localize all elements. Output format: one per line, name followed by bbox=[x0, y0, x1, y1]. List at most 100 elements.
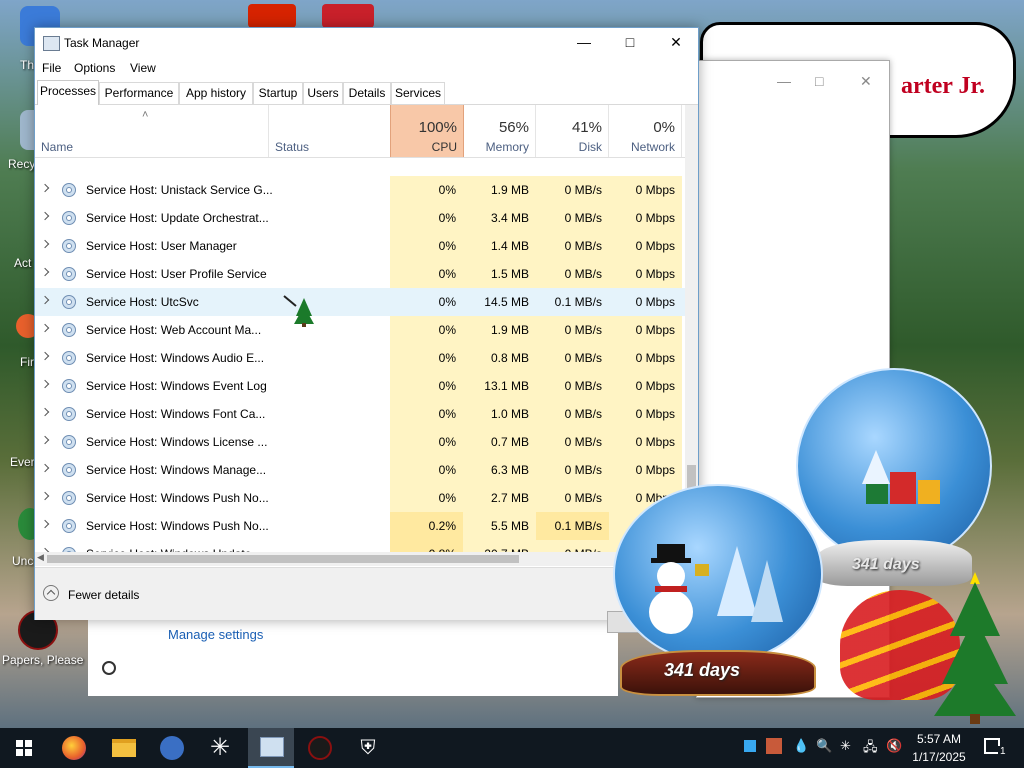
tray-square-icon[interactable] bbox=[744, 740, 756, 752]
tab-performance[interactable]: Performance bbox=[99, 82, 179, 104]
column-disk[interactable]: 41% Disk bbox=[536, 105, 609, 157]
process-disk: 0 MB/s bbox=[564, 183, 602, 197]
process-row[interactable]: Service Host: Windows Push No... 0% 2.7 MB… bbox=[35, 484, 685, 512]
expand-chevron-icon[interactable] bbox=[40, 267, 50, 277]
process-disk: 0 MB/s bbox=[564, 379, 602, 393]
close-button[interactable]: ✕ bbox=[653, 28, 699, 58]
disk-label: Disk bbox=[578, 140, 602, 154]
service-gear-icon bbox=[62, 463, 76, 477]
network-total: 0% bbox=[653, 119, 675, 136]
process-row[interactable]: Service Host: Windows Event Log 0% 13.1 MB… bbox=[35, 372, 685, 400]
column-cpu[interactable]: 100% CPU bbox=[390, 105, 464, 157]
expand-chevron-icon[interactable] bbox=[40, 379, 50, 389]
sort-arrow-icon: ˄ bbox=[142, 109, 149, 121]
expand-chevron-icon[interactable] bbox=[40, 463, 50, 473]
column-name[interactable]: ˄ Name bbox=[35, 105, 269, 157]
settings-gear-icon[interactable] bbox=[102, 661, 116, 675]
column-header: ˄ Name Status 100% CPU 56% Memory 41% Di… bbox=[35, 105, 698, 158]
process-name: Service Host: Web Account Ma... bbox=[86, 323, 262, 337]
clock-date[interactable]: 1/17/2025 bbox=[911, 750, 967, 764]
expand-chevron-icon[interactable] bbox=[40, 239, 50, 249]
expand-chevron-icon[interactable] bbox=[40, 519, 50, 529]
process-row[interactable]: Service Host: Windows License ... 0% 0.7 M… bbox=[35, 428, 685, 456]
menu-options[interactable]: Options bbox=[74, 61, 115, 75]
task-manager-taskbar-button[interactable] bbox=[248, 728, 294, 768]
title-bar[interactable]: Task Manager — □ ✕ bbox=[35, 28, 698, 58]
fewer-details-button[interactable]: Fewer details bbox=[68, 588, 139, 602]
process-row[interactable]: Service Host: Windows Font Ca... 0% 1.0 MB… bbox=[35, 400, 685, 428]
tab-services[interactable]: Services bbox=[391, 82, 445, 104]
column-network[interactable]: 0% Network bbox=[609, 105, 682, 157]
process-row[interactable]: Service Host: Windows Manage... 0% 6.3 MB 0… bbox=[35, 456, 685, 484]
network-icon[interactable]: 🖧 bbox=[863, 738, 878, 760]
network-people-icon[interactable] bbox=[160, 736, 184, 760]
chevron-up-icon[interactable] bbox=[43, 585, 59, 601]
process-network: 0 Mbps bbox=[635, 239, 675, 253]
expand-chevron-icon[interactable] bbox=[40, 183, 50, 193]
tab-details[interactable]: Details bbox=[343, 82, 391, 104]
menu-view[interactable]: View bbox=[130, 61, 156, 75]
tab-processes[interactable]: Processes bbox=[37, 80, 99, 105]
expand-chevron-icon[interactable] bbox=[40, 435, 50, 445]
maximize-button[interactable]: □ bbox=[607, 28, 653, 58]
horizontal-scrollbar[interactable]: ◀ bbox=[35, 552, 685, 566]
task-manager-icon bbox=[43, 36, 60, 51]
process-row[interactable]: Service Host: Unistack Service G... 0% 1.9… bbox=[35, 176, 685, 204]
expand-chevron-icon[interactable] bbox=[40, 407, 50, 417]
process-name: Service Host: Windows Event Log bbox=[86, 379, 267, 393]
process-cpu: 0% bbox=[438, 295, 456, 309]
process-row[interactable]: Service Host: Update Orchestrat... 0% 3.4 … bbox=[35, 204, 685, 232]
santa-icon[interactable] bbox=[322, 4, 374, 28]
tray-snowflake-icon[interactable]: ✳ bbox=[840, 738, 851, 754]
tray-app-icon[interactable] bbox=[766, 738, 782, 754]
manage-settings-link[interactable]: Manage settings bbox=[168, 627, 263, 642]
process-network: 0 Mbps bbox=[635, 463, 675, 477]
snowflake-app-icon[interactable]: ✳ bbox=[208, 736, 232, 760]
process-network: 0 Mbps bbox=[635, 323, 675, 337]
file-explorer-icon[interactable] bbox=[112, 739, 136, 757]
papers-please-taskbar-icon[interactable] bbox=[308, 736, 332, 760]
column-memory[interactable]: 56% Memory bbox=[463, 105, 536, 157]
horizontal-scroll-thumb[interactable] bbox=[47, 555, 519, 563]
process-network: 0 Mbps bbox=[635, 351, 675, 365]
menu-file[interactable]: File bbox=[42, 61, 61, 75]
process-disk: 0 MB/s bbox=[536, 540, 602, 552]
expand-chevron-icon[interactable] bbox=[40, 211, 50, 221]
column-status[interactable]: Status bbox=[269, 105, 391, 157]
process-row[interactable]: Service Host: User Manager 0% 1.4 MB 0 MB/s… bbox=[35, 232, 685, 260]
volume-icon[interactable]: 🔇 bbox=[886, 738, 902, 754]
scroll-left-icon[interactable]: ◀ bbox=[37, 552, 44, 563]
process-row[interactable]: Service Host: Web Account Ma... 0% 1.9 MB 0… bbox=[35, 316, 685, 344]
process-row[interactable]: Service Host: Windows Audio E... 0% 0.8 MB… bbox=[35, 344, 685, 372]
firefox-icon[interactable] bbox=[62, 736, 86, 760]
process-row[interactable]: Service Host: Windows Update 0.8% 20.7 MB 0… bbox=[35, 540, 685, 552]
minimize-icon[interactable]: — bbox=[777, 73, 791, 89]
service-gear-icon bbox=[62, 351, 76, 365]
security-shield-icon[interactable]: ⛨ bbox=[356, 736, 380, 760]
tray-search-icon[interactable]: 🔍 bbox=[816, 738, 832, 754]
minimize-button[interactable]: — bbox=[561, 28, 607, 58]
mcdonalds-icon[interactable] bbox=[248, 4, 296, 28]
process-row[interactable]: Service Host: User Profile Service 0% 1.5 … bbox=[35, 260, 685, 288]
process-network: 0 Mbps bbox=[635, 295, 675, 309]
expand-chevron-icon[interactable] bbox=[40, 351, 50, 361]
service-gear-icon bbox=[62, 295, 76, 309]
expand-chevron-icon[interactable] bbox=[40, 295, 50, 305]
windows-start-icon[interactable] bbox=[16, 740, 32, 756]
service-gear-icon bbox=[62, 211, 76, 225]
tab-app-history[interactable]: App history bbox=[179, 82, 253, 104]
process-row[interactable]: Service Host: Windows Push No... 0.2% 5.5 … bbox=[35, 512, 685, 540]
close-icon[interactable]: ✕ bbox=[860, 73, 872, 90]
clock-time[interactable]: 5:57 AM bbox=[913, 732, 965, 746]
window-title: Task Manager bbox=[64, 36, 140, 50]
service-gear-icon bbox=[62, 435, 76, 449]
speech-bubble-text: arter Jr. bbox=[901, 73, 985, 99]
process-row[interactable]: Service Host: UtcSvc 0% 14.5 MB 0.1 MB/s 0 M… bbox=[35, 288, 685, 316]
expand-chevron-icon[interactable] bbox=[40, 491, 50, 501]
tab-startup[interactable]: Startup bbox=[253, 82, 303, 104]
expand-chevron-icon[interactable] bbox=[40, 323, 50, 333]
tab-users[interactable]: Users bbox=[303, 82, 343, 104]
maximize-icon[interactable]: □ bbox=[815, 73, 823, 89]
tray-drop-icon[interactable]: 💧 bbox=[793, 738, 809, 754]
process-memory: 0.7 MB bbox=[490, 435, 529, 449]
